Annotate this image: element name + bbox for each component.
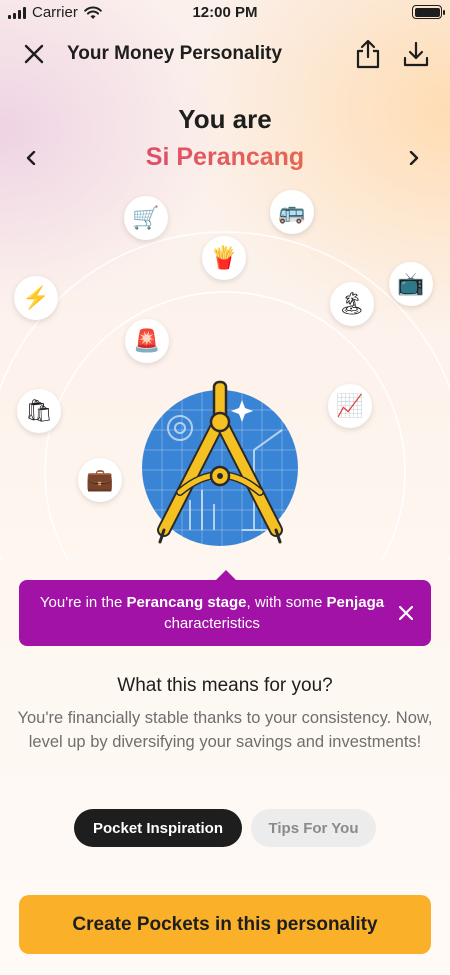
- close-button[interactable]: [18, 38, 50, 70]
- siren-icon: 🚨: [125, 319, 169, 363]
- next-personality-button[interactable]: [402, 146, 426, 170]
- download-icon: [403, 41, 429, 67]
- stage-name: Perancang stage: [126, 594, 247, 611]
- bus-icon: 🚌: [270, 190, 314, 234]
- tab-pocket-inspiration[interactable]: Pocket Inspiration: [74, 809, 242, 847]
- stage-banner: You're in the Perancang stage, with some…: [19, 570, 431, 646]
- tab-tips-for-you[interactable]: Tips For You: [251, 809, 376, 847]
- create-pockets-button[interactable]: Create Pockets in this personality: [19, 895, 431, 954]
- chevron-right-icon: [409, 151, 419, 165]
- share-button[interactable]: [352, 38, 384, 70]
- fries-icon: 🍟: [202, 236, 246, 280]
- close-banner-button[interactable]: [395, 602, 417, 624]
- briefcase-icon: 💼: [78, 458, 122, 502]
- meaning-description: You're financially stable thanks to your…: [17, 709, 433, 751]
- shopping-bags-icon: 🛍: [17, 389, 61, 433]
- status-bar: Carrier 12:00 PM: [0, 0, 450, 26]
- personality-name: Si Perancang: [0, 143, 450, 172]
- battery-icon: [412, 5, 445, 19]
- meaning-title: What this means for you?: [117, 675, 333, 696]
- personality-illustration: 🛒 🚌 🍟 ⚡ 📺 🏝 🚨 🛍 📈 💼: [0, 180, 450, 560]
- hero-prefix: You are: [178, 104, 272, 134]
- lightning-icon: ⚡: [14, 276, 58, 320]
- header: Your Money Personality: [0, 30, 450, 78]
- secondary-personality: Penjaga: [326, 594, 385, 611]
- page-title: Your Money Personality: [67, 43, 283, 64]
- close-icon: [399, 606, 413, 620]
- share-icon: [356, 39, 380, 69]
- stage-text: You're in the Perancang stage, with some…: [39, 594, 385, 632]
- download-button[interactable]: [400, 38, 432, 70]
- island-icon: 🏝: [330, 282, 374, 326]
- shopping-cart-icon: 🛒: [124, 196, 168, 240]
- chart-increasing-icon: 📈: [328, 384, 372, 428]
- status-time: 12:00 PM: [192, 4, 258, 21]
- tv-icon: 📺: [389, 262, 433, 306]
- close-icon: [24, 44, 44, 64]
- compass-icon: [142, 380, 298, 546]
